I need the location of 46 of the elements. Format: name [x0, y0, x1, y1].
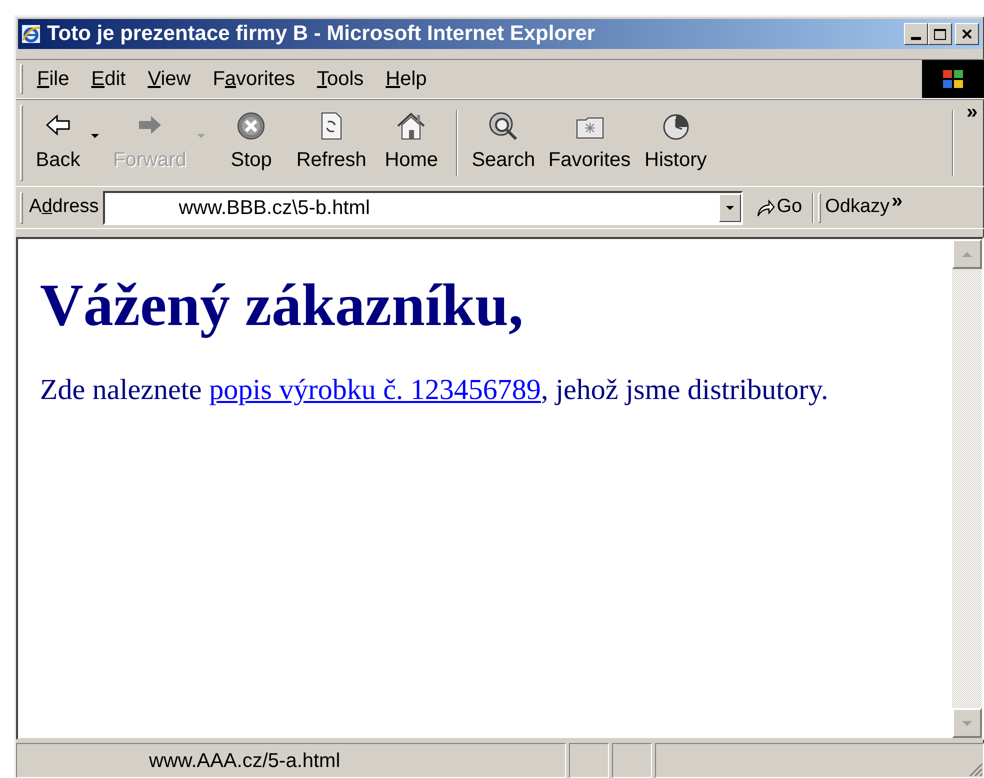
address-field[interactable]: www.BBB.cz\5-b.html [102, 190, 743, 224]
status-pane [569, 743, 609, 778]
caret-icon [90, 133, 100, 139]
link[interactable]: popis výrobku č. 123456789 [209, 374, 541, 406]
menu-item[interactable]: Help [380, 64, 433, 94]
caret-icon [961, 720, 973, 726]
toolbar-button[interactable]: Home [372, 105, 450, 181]
toolbar-button[interactable]: Stop [212, 105, 290, 181]
toolbar-button[interactable]: Favorites [542, 105, 637, 181]
toolbar-button[interactable]: Search [464, 105, 542, 181]
minimize-icon [911, 37, 921, 40]
scrollbar[interactable] [952, 239, 982, 738]
status-text: www.AAA.cz/5-a.html [16, 743, 566, 778]
browser-logo-icon [21, 24, 41, 44]
dropdown-button[interactable] [718, 194, 741, 222]
caret-icon [724, 204, 735, 210]
scroll-down-button[interactable] [952, 708, 982, 738]
maximize-button[interactable] [928, 23, 952, 45]
maximize-icon [934, 28, 946, 40]
window-title: Toto je prezentace firmy B - Microsoft Internet Explorer [47, 21, 596, 48]
caret-icon [196, 133, 206, 139]
scroll-up-button[interactable] [952, 239, 982, 269]
go-button[interactable]: Go [754, 193, 802, 222]
caret-icon [961, 250, 973, 258]
paragraph: Zde naleznete popis výrobku č. 123456789, jehož jsme distributory. [40, 373, 830, 408]
minimize-button[interactable] [904, 23, 928, 45]
search-icon [488, 111, 518, 141]
toolbar-button[interactable]: Back [29, 105, 107, 181]
close-button[interactable] [955, 23, 979, 45]
flag-icon [941, 68, 965, 90]
menu-item[interactable]: View [142, 64, 197, 94]
menu-item[interactable]: Favorites [206, 64, 301, 94]
menu-item[interactable]: Tools [310, 64, 370, 94]
toolbar-button[interactable]: Refresh [290, 105, 372, 181]
chevron-button[interactable]: » [960, 102, 984, 122]
status-pane [612, 743, 652, 778]
menu-item[interactable]: File [31, 64, 76, 94]
arrow-icon [754, 198, 775, 218]
close-icon [962, 29, 972, 39]
house-icon [396, 111, 426, 141]
menu-item[interactable]: Edit [85, 64, 132, 94]
toolbar-button[interactable]: History [636, 105, 715, 181]
links-button[interactable]: Odkazy [825, 193, 890, 222]
address-label: Address [29, 195, 99, 220]
chevron-button[interactable]: » [892, 191, 903, 211]
close-circle-icon [236, 111, 266, 141]
